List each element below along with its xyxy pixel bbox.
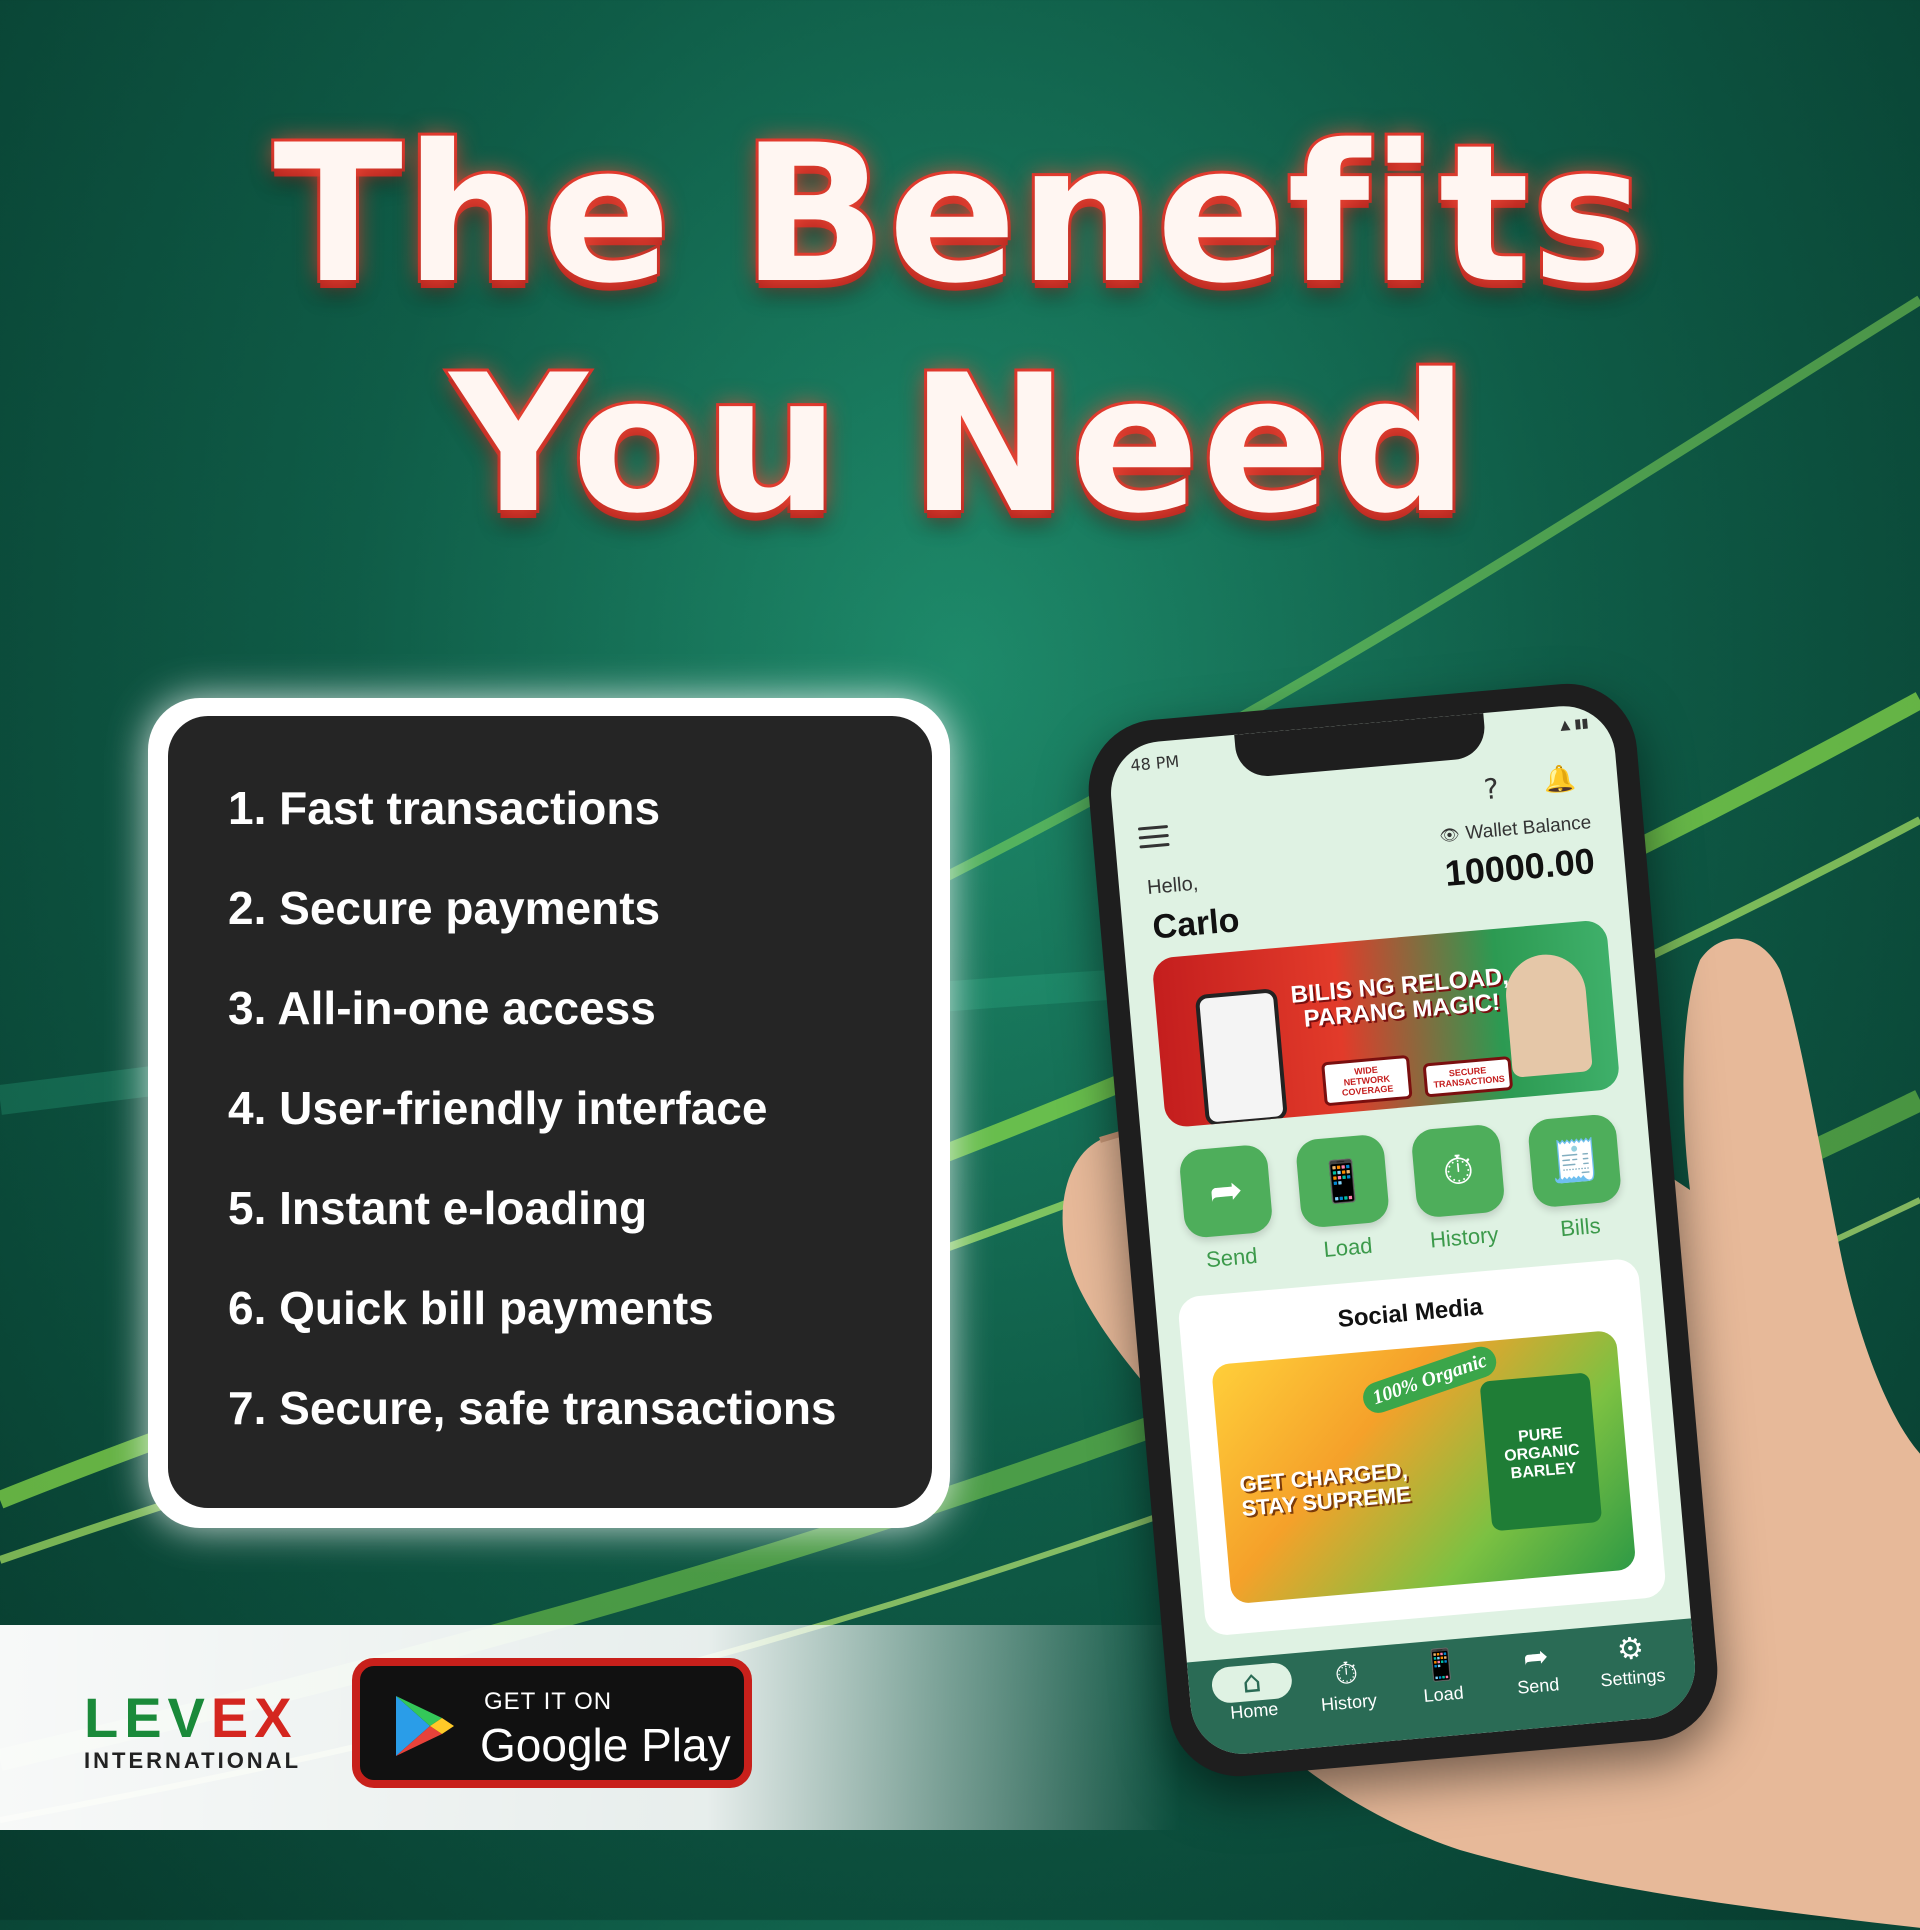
benefit-item: 2. Secure payments	[228, 882, 661, 934]
play-store-icon	[396, 1696, 454, 1756]
promo-tag: SECURE TRANSACTIONS	[1422, 1055, 1514, 1098]
history-button[interactable]: ⏱ History	[1405, 1123, 1515, 1255]
bills-icon: 🧾	[1526, 1113, 1623, 1209]
social-media-section: Social Media 100% Organic PURE ORGANIC B…	[1177, 1257, 1667, 1637]
promo-banner[interactable]: BILIS NG RELOAD, PARANG MAGIC! WIDE NETW…	[1151, 919, 1621, 1129]
headline: The Benefits You Need	[0, 104, 1920, 555]
signal-battery-icon: ▲ ▮▮	[1559, 715, 1590, 734]
ad-badge: 100% Organic	[1358, 1342, 1501, 1418]
nav-settings[interactable]: ⚙ Settings	[1584, 1628, 1679, 1693]
benefit-item: 6. Quick bill payments	[228, 1282, 714, 1334]
quick-actions: ➦ Send 📱 Load ⏱ History 🧾 Bills	[1172, 1113, 1631, 1276]
history-icon: ⏱	[1410, 1123, 1507, 1219]
promo-headline: BILIS NG RELOAD, PARANG MAGIC!	[1289, 962, 1510, 1033]
benefit-item: 7. Secure, safe transactions	[228, 1382, 837, 1434]
benefits-list: 1. Fast transactions 2. Secure payments …	[228, 778, 837, 1478]
eye-icon[interactable]: 👁	[1439, 827, 1461, 846]
help-icon[interactable]: ?	[1483, 772, 1501, 806]
nav-load[interactable]: 📱 Load	[1395, 1644, 1490, 1709]
nav-history[interactable]: ⏱ History	[1300, 1653, 1395, 1718]
ad-product: PURE ORGANIC BARLEY	[1503, 1424, 1581, 1483]
smartphone: 48 PM ▲ ▮▮ ? 🔔 Hello, Carlo 👁 Wallet Bala…	[1082, 678, 1724, 1782]
ad-headline: GET CHARGED, STAY SUPREME	[1238, 1457, 1412, 1522]
levex-logo: LEVEX INTERNATIONAL	[84, 1690, 314, 1774]
headline-line-2: You Need	[447, 334, 1472, 555]
nav-home[interactable]: ⌂ Home	[1205, 1661, 1300, 1726]
promo-tags: WIDE NETWORK COVERAGE SECURE TRANSACTION…	[1321, 1045, 1521, 1107]
load-button[interactable]: 📱 Load	[1289, 1133, 1399, 1265]
benefit-item: 1. Fast transactions	[228, 782, 661, 834]
promo-phone-image	[1194, 988, 1288, 1127]
logo-suffix: EX	[210, 1686, 298, 1749]
bills-button[interactable]: 🧾 Bills	[1521, 1113, 1631, 1245]
logo-prefix: LEV	[84, 1686, 211, 1749]
menu-icon[interactable]	[1137, 824, 1170, 855]
headline-line-1: The Benefits	[270, 104, 1647, 325]
bell-icon[interactable]: 🔔	[1542, 763, 1577, 796]
nav-send[interactable]: ➦ Send	[1489, 1636, 1584, 1701]
load-icon: 📱	[1294, 1133, 1390, 1229]
promo-poster: The Benefits You Need 1. Fast transactio…	[0, 0, 1920, 1928]
benefit-item: 4. User-friendly interface	[228, 1082, 768, 1134]
google-play-small-text: GET IT ON	[484, 1688, 613, 1715]
benefit-item: 3. All-in-one access	[228, 982, 656, 1034]
user-name: Carlo	[1151, 901, 1241, 947]
logo-subtitle: INTERNATIONAL	[84, 1748, 302, 1773]
send-icon: ➦	[1178, 1143, 1274, 1239]
greeting: Hello,	[1146, 872, 1200, 899]
social-media-ad[interactable]: 100% Organic PURE ORGANIC BARLEY GET CHA…	[1211, 1329, 1637, 1605]
google-play-big-text: Google Play	[480, 1719, 731, 1771]
send-button[interactable]: ➦ Send	[1172, 1143, 1282, 1275]
promo-person-image	[1502, 951, 1593, 1078]
status-time: 48 PM	[1129, 751, 1181, 775]
google-play-button[interactable]: GET IT ON Google Play	[352, 1658, 752, 1788]
app-screen: 48 PM ▲ ▮▮ ? 🔔 Hello, Carlo 👁 Wallet Bala…	[1106, 701, 1700, 1759]
benefit-item: 5. Instant e-loading	[228, 1182, 648, 1234]
wallet-balance-amount: 10000.00	[1443, 839, 1597, 894]
promo-tag: WIDE NETWORK COVERAGE	[1321, 1054, 1413, 1107]
